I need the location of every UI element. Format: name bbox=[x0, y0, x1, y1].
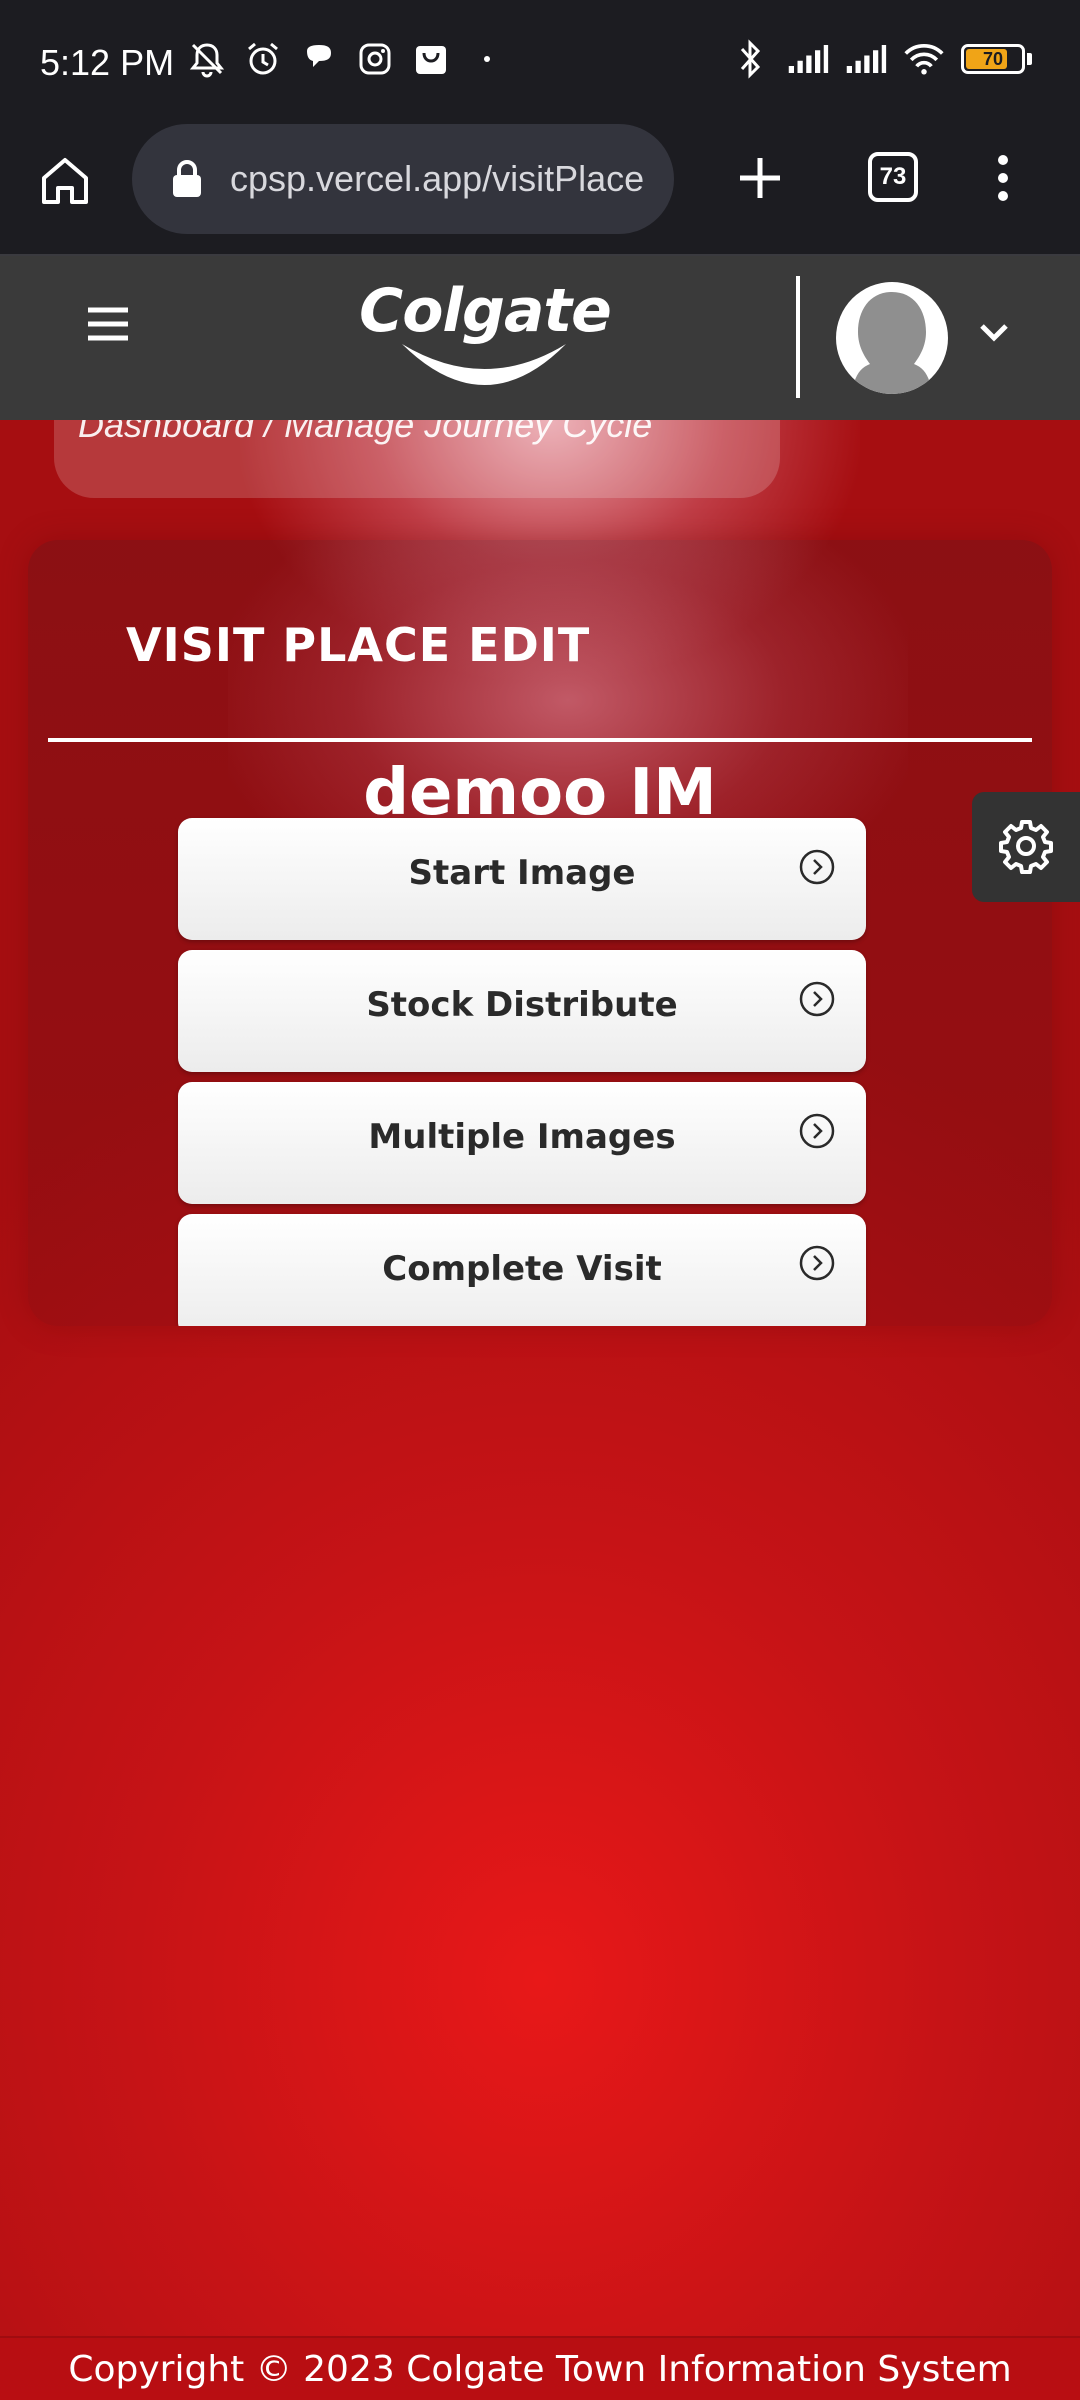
gear-icon bbox=[999, 820, 1053, 874]
chevron-right-circle-icon bbox=[799, 1113, 835, 1149]
dot-icon bbox=[466, 38, 508, 80]
card-divider bbox=[48, 738, 1032, 742]
signal-icon bbox=[845, 38, 887, 80]
chat-bubble-icon bbox=[298, 38, 340, 80]
button-label: Multiple Images bbox=[368, 1117, 676, 1157]
logo-smile-icon bbox=[402, 344, 566, 385]
bluetooth-icon bbox=[729, 38, 771, 80]
user-silhouette-icon bbox=[852, 292, 932, 394]
chevron-right-circle-icon bbox=[799, 849, 835, 885]
shopping-bag-icon bbox=[410, 38, 452, 80]
status-notification-icons bbox=[186, 38, 508, 80]
footer-copyright: Copyright © 2023 Colgate Town Informatio… bbox=[0, 2336, 1080, 2400]
card-title: VISIT PLACE EDIT bbox=[126, 618, 591, 672]
stock-distribute-button[interactable]: Stock Distribute bbox=[178, 950, 866, 1072]
status-bar: 5:12 PM 70 bbox=[0, 0, 1080, 128]
signal-icon bbox=[787, 38, 829, 80]
breadcrumb: Dashboard / Manage Journey Cycle bbox=[54, 420, 780, 498]
start-image-button[interactable]: Start Image bbox=[178, 818, 866, 940]
chevron-down-icon[interactable] bbox=[976, 318, 1012, 348]
alarm-icon bbox=[242, 38, 284, 80]
address-bar[interactable]: cpsp.vercel.app/visitPlace bbox=[132, 124, 674, 234]
url-text: cpsp.vercel.app/visitPlace bbox=[230, 158, 645, 199]
button-label: Stock Distribute bbox=[366, 985, 678, 1025]
status-system-icons: 70 bbox=[729, 38, 1032, 80]
chevron-right-circle-icon bbox=[799, 1245, 835, 1281]
more-options-icon[interactable] bbox=[990, 150, 1016, 206]
battery-icon: 70 bbox=[961, 44, 1025, 74]
button-label: Start Image bbox=[408, 853, 636, 893]
lock-icon bbox=[173, 160, 201, 197]
status-time: 5:12 PM bbox=[40, 42, 175, 83]
complete-visit-button[interactable]: Complete Visit bbox=[178, 1214, 866, 1326]
main-content: Dashboard / Manage Journey Cycle VISIT P… bbox=[0, 420, 1080, 2336]
battery-level: 70 bbox=[982, 48, 1004, 69]
chevron-right-circle-icon bbox=[799, 981, 835, 1017]
settings-button[interactable] bbox=[972, 792, 1080, 902]
mute-icon bbox=[186, 38, 228, 80]
hamburger-menu-icon[interactable] bbox=[84, 300, 132, 348]
instagram-icon bbox=[354, 38, 396, 80]
button-label: Complete Visit bbox=[382, 1249, 662, 1289]
header-divider bbox=[796, 276, 800, 398]
battery-tip bbox=[1027, 53, 1032, 65]
visit-place-card: VISIT PLACE EDIT demoo IM Start Image St… bbox=[28, 540, 1052, 1326]
app-header: Colgate bbox=[0, 256, 1080, 420]
home-icon[interactable] bbox=[36, 152, 94, 210]
tab-count-button[interactable]: 73 bbox=[868, 152, 918, 202]
browser-toolbar: cpsp.vercel.app/visitPlace 73 bbox=[0, 124, 1080, 256]
multiple-images-button[interactable]: Multiple Images bbox=[178, 1082, 866, 1204]
colgate-logo[interactable]: Colgate bbox=[340, 276, 630, 406]
new-tab-icon[interactable] bbox=[732, 150, 788, 206]
avatar[interactable] bbox=[836, 282, 948, 394]
wifi-icon bbox=[903, 38, 945, 80]
